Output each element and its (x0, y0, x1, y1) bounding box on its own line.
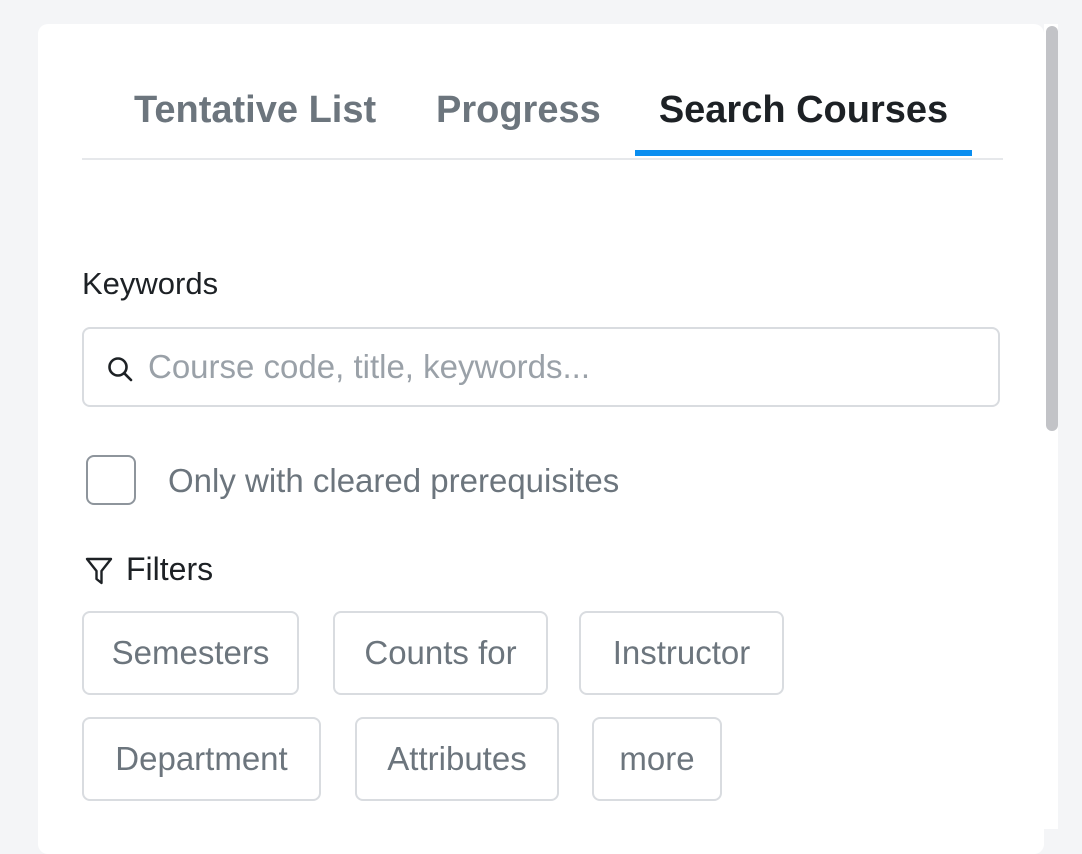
filter-chip-counts-for[interactable]: Counts for (333, 611, 548, 695)
search-box[interactable] (82, 327, 1000, 407)
filter-chip-semesters[interactable]: Semesters (82, 611, 299, 695)
filter-chip-department[interactable]: Department (82, 717, 321, 801)
tab-search-courses[interactable]: Search Courses (635, 70, 972, 158)
prerequisites-checkbox-label[interactable]: Only with cleared prerequisites (168, 462, 619, 500)
tab-tentative-list[interactable]: Tentative List (134, 70, 376, 158)
filter-chip-more[interactable]: more (592, 717, 722, 801)
filter-icon (84, 555, 114, 587)
tab-bar: Tentative List Progress Search Courses (82, 70, 1003, 160)
keywords-label: Keywords (82, 266, 219, 301)
filters-label: Filters (126, 551, 214, 587)
active-tab-indicator (635, 150, 972, 156)
search-input[interactable] (148, 339, 978, 395)
scrollbar-thumb[interactable] (1046, 26, 1058, 431)
filter-chip-instructor[interactable]: Instructor (579, 611, 784, 695)
tab-progress[interactable]: Progress (436, 70, 601, 158)
search-icon (106, 355, 134, 383)
filter-chip-attributes[interactable]: Attributes (355, 717, 559, 801)
prerequisites-checkbox[interactable] (86, 455, 136, 505)
